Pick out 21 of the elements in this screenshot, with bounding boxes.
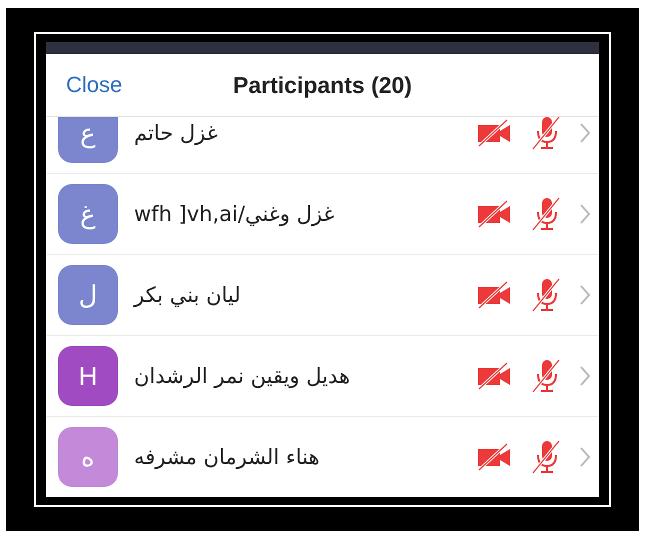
avatar: H [58,346,118,406]
avatar: ل [58,265,118,325]
participant-row[interactable]: ع غزل حاتم [46,117,599,174]
participant-name: هديل ويقين نمر الرشدان [134,364,352,388]
participant-row[interactable]: ل ليان بني بكر [46,255,599,336]
participant-name: wfh ]vh,ai/غزل وغني [134,202,336,226]
avatar: ه [58,427,118,487]
chevron-right-icon [579,203,591,225]
participant-row[interactable]: غ wfh ]vh,ai/غزل وغني [46,174,599,255]
participant-name: ليان بني بكر [134,283,242,307]
participant-row[interactable]: ه هناء الشرمان مشرفه [46,417,599,497]
chevron-right-icon [579,122,591,144]
close-button[interactable]: Close [46,72,122,98]
chevron-right-icon [579,365,591,387]
avatar: ع [58,117,118,163]
avatar: غ [58,184,118,244]
chevron-right-icon [579,284,591,306]
panel-title: Participants (20) [233,72,412,98]
participant-name: غزل حاتم [134,121,219,145]
chevron-right-icon [579,446,591,468]
participant-name: هناء الشرمان مشرفه [134,445,321,469]
